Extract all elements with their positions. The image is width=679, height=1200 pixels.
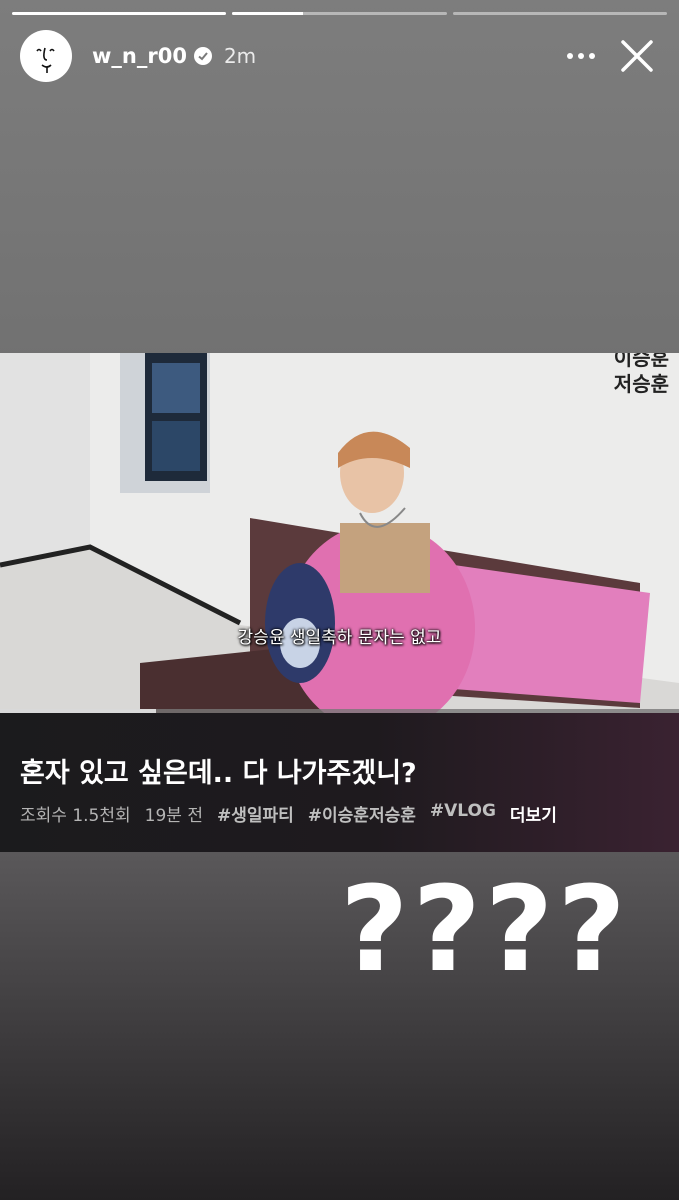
more-link[interactable]: 더보기 <box>510 801 557 826</box>
video-info-panel[interactable]: 혼자 있고 싶은데.. 다 나가주겠니? 조회수 1.5천회 19분 전 #생일… <box>0 713 679 852</box>
video-thumbnail[interactable]: 이승훈 저승훈 강승윤 생일축하 문자는 없고 <box>0 353 679 713</box>
hashtag[interactable]: #생일파티 <box>217 801 294 826</box>
username[interactable]: w_n_r00 <box>92 44 187 68</box>
video-title[interactable]: 혼자 있고 싶은데.. 다 나가주겠니? <box>20 751 417 790</box>
hashtag[interactable]: #이승훈저승훈 <box>308 801 416 826</box>
view-count: 조회수 1.5천회 <box>20 806 131 826</box>
more-horizontal-icon[interactable] <box>561 36 601 76</box>
verified-badge-icon <box>193 47 212 65</box>
story-progress-segment <box>232 12 447 15</box>
upload-time: 19분 전 <box>144 806 203 826</box>
channel-watermark: 이승훈 저승훈 <box>614 353 669 397</box>
story-progress-segment <box>452 12 667 15</box>
post-time: 2m <box>223 44 257 68</box>
video-scene <box>0 353 679 713</box>
story-progress <box>12 12 667 15</box>
avatar[interactable] <box>20 30 72 82</box>
close-icon[interactable] <box>615 34 659 78</box>
story-header: w_n_r00 2m <box>20 28 659 84</box>
watermark-line: 저승훈 <box>613 372 669 396</box>
video-meta: 조회수 1.5천회 19분 전 #생일파티 #이승훈저승훈 #VLOG 더보기 <box>20 801 557 826</box>
watermark-line: 이승훈 <box>613 353 669 370</box>
hashtag[interactable]: #VLOG <box>430 801 496 826</box>
story-text-overlay: ???? <box>340 860 630 998</box>
story-progress-segment <box>12 12 227 15</box>
video-subtitle: 강승윤 생일축하 문자는 없고 <box>237 628 442 648</box>
